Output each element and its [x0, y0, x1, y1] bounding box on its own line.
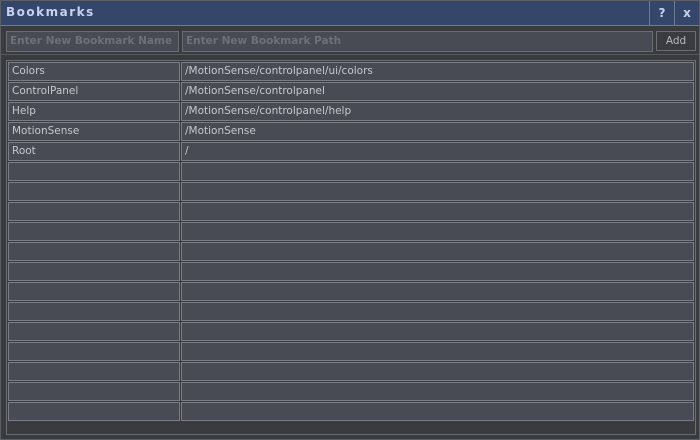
- bookmark-path-cell[interactable]: [181, 262, 694, 281]
- bookmark-name-cell[interactable]: [8, 242, 180, 261]
- bookmark-name-cell[interactable]: [8, 322, 180, 341]
- window-title: Bookmarks: [6, 5, 95, 19]
- help-button[interactable]: ?: [649, 1, 674, 25]
- bookmark-path-cell[interactable]: /MotionSense/controlpanel: [181, 82, 694, 101]
- add-button[interactable]: Add: [656, 31, 696, 51]
- bookmark-name-cell[interactable]: [8, 222, 180, 241]
- bookmark-name-cell[interactable]: [8, 202, 180, 221]
- bookmark-path-cell[interactable]: [181, 242, 694, 261]
- bookmark-path-cell[interactable]: [181, 182, 694, 201]
- bookmark-name-cell[interactable]: Help: [8, 102, 180, 121]
- bookmark-path-cell[interactable]: /MotionSense: [181, 122, 694, 141]
- bookmark-path-cell[interactable]: [181, 162, 694, 181]
- divider: [1, 54, 699, 55]
- bookmark-path-cell[interactable]: [181, 222, 694, 241]
- bookmarks-window: Bookmarks ? x Enter New Bookmark Name En…: [0, 0, 700, 440]
- bookmark-path-cell[interactable]: [181, 322, 694, 341]
- bookmark-name-cell[interactable]: [8, 182, 180, 201]
- bookmark-path-cell[interactable]: /MotionSense/controlpanel/help: [181, 102, 694, 121]
- title-bar: Bookmarks ? x: [1, 1, 699, 26]
- bookmark-name-cell[interactable]: [8, 282, 180, 301]
- bookmark-name-cell[interactable]: [8, 302, 180, 321]
- bookmark-path-cell[interactable]: [181, 342, 694, 361]
- bookmark-path-cell[interactable]: [181, 382, 694, 401]
- bookmark-name-cell[interactable]: Colors: [8, 62, 180, 81]
- bookmark-name-cell[interactable]: [8, 262, 180, 281]
- bookmark-name-cell[interactable]: [8, 382, 180, 401]
- bookmark-name-cell[interactable]: [8, 162, 180, 181]
- bookmark-path-cell[interactable]: [181, 202, 694, 221]
- bookmark-name-cell[interactable]: [8, 402, 180, 421]
- bookmark-name-cell[interactable]: ControlPanel: [8, 82, 180, 101]
- bookmark-name-cell[interactable]: MotionSense: [8, 122, 180, 141]
- bookmark-path-cell[interactable]: [181, 302, 694, 321]
- bookmark-path-cell[interactable]: [181, 282, 694, 301]
- bookmark-name-input[interactable]: Enter New Bookmark Name: [6, 31, 179, 52]
- bookmark-path-cell[interactable]: /: [181, 142, 694, 161]
- bookmark-name-cell[interactable]: [8, 362, 180, 381]
- bookmark-path-cell[interactable]: [181, 402, 694, 421]
- bookmark-path-input[interactable]: Enter New Bookmark Path: [182, 31, 653, 52]
- bookmark-path-cell[interactable]: [181, 362, 694, 381]
- bookmark-name-cell[interactable]: [8, 342, 180, 361]
- bookmark-name-cell[interactable]: Root: [8, 142, 180, 161]
- bookmark-path-cell[interactable]: /MotionSense/controlpanel/ui/colors: [181, 62, 694, 81]
- close-button[interactable]: x: [674, 1, 699, 25]
